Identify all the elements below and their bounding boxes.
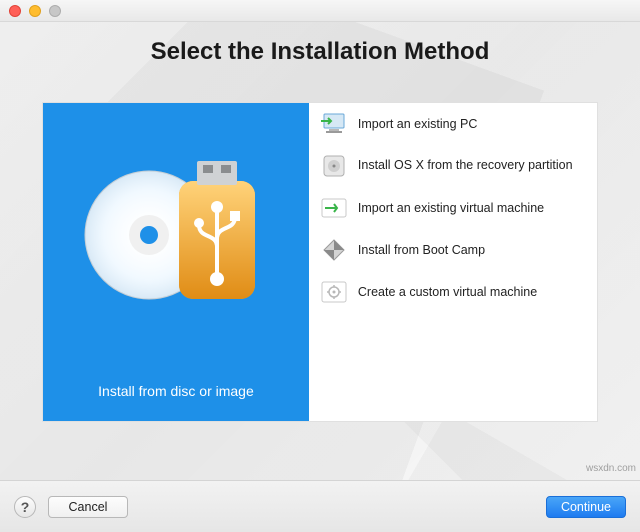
disc-usb-illustration (43, 103, 309, 361)
minimize-window-button[interactable] (29, 5, 41, 17)
options-list: Import an existing PC Install OS X from … (309, 103, 597, 421)
page-title: Select the Installation Method (0, 38, 640, 66)
option-label: Create a custom virtual machine (358, 285, 537, 299)
watermark-text: wsxdn.com (586, 463, 636, 474)
footer-toolbar: ? Cancel Continue (0, 480, 640, 532)
option-label: Install OS X from the recovery partition (358, 158, 573, 174)
help-icon: ? (21, 499, 30, 515)
option-install-from-disc-or-image[interactable]: Install from disc or image (43, 103, 309, 421)
option-disc-image-label: Install from disc or image (43, 361, 309, 421)
window-titlebar (0, 0, 640, 22)
zoom-window-button (49, 5, 61, 17)
import-pc-icon (320, 110, 348, 138)
continue-button[interactable]: Continue (546, 496, 626, 518)
hdd-recovery-icon (320, 152, 348, 180)
traffic-lights (9, 5, 61, 17)
method-panel: Install from disc or image Import an exi… (42, 102, 598, 422)
custom-vm-icon (320, 278, 348, 306)
option-create-custom-vm[interactable]: Create a custom virtual machine (309, 271, 597, 313)
option-import-existing-pc[interactable]: Import an existing PC (309, 103, 597, 145)
option-label: Import an existing virtual machine (358, 201, 544, 215)
option-import-existing-vm[interactable]: Import an existing virtual machine (309, 187, 597, 229)
option-label: Import an existing PC (358, 117, 478, 131)
import-vm-icon (320, 194, 348, 222)
usb-icon (179, 161, 255, 299)
help-button[interactable]: ? (14, 496, 36, 518)
close-window-button[interactable] (9, 5, 21, 17)
cancel-button[interactable]: Cancel (48, 496, 128, 518)
option-label: Install from Boot Camp (358, 243, 485, 257)
option-install-bootcamp[interactable]: Install from Boot Camp (309, 229, 597, 271)
bootcamp-icon (320, 236, 348, 264)
option-install-osx-recovery[interactable]: Install OS X from the recovery partition (309, 145, 597, 187)
cancel-label: Cancel (69, 500, 108, 514)
continue-label: Continue (561, 500, 611, 514)
